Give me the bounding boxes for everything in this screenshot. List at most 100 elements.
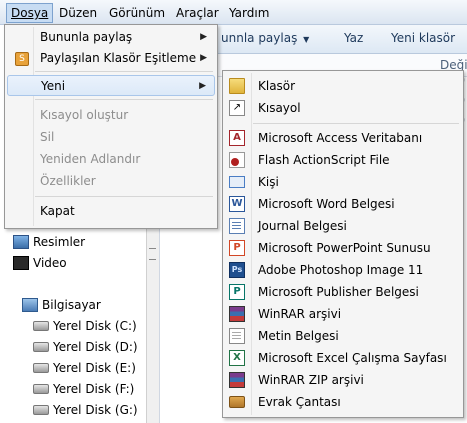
new-item-access-label: Microsoft Access Veritabanı	[258, 131, 423, 145]
briefcase-icon	[229, 396, 245, 408]
new-item-word[interactable]: W Microsoft Word Belgesi	[225, 193, 461, 215]
menu-item-properties[interactable]: Özellikler	[7, 171, 215, 192]
navigation-pane: Resimler Video Bilgisayar Yerel Disk (C:…	[0, 226, 146, 423]
menu-item-create-shortcut[interactable]: Kısayol oluştur	[7, 105, 215, 126]
nav-item-drive-c[interactable]: Yerel Disk (C:)	[33, 317, 137, 335]
word-icon: W	[229, 196, 245, 212]
nav-item-computer-label: Bilgisayar	[42, 298, 101, 312]
new-item-publisher[interactable]: P Microsoft Publisher Belgesi	[225, 281, 461, 303]
new-item-shortcut-label: Kısayol	[258, 101, 301, 115]
menu-araclar-label: Araçlar	[176, 6, 219, 20]
explorer-toolbar: unnla paylaş ▼ Yaz Yeni klasör	[215, 25, 467, 54]
share-with-button[interactable]: unnla paylaş ▼	[221, 31, 309, 45]
menu-item-share-with[interactable]: Bununla paylaş ▶	[7, 27, 215, 48]
new-submenu: Klasör ↗ Kısayol A Microsoft Access Veri…	[222, 70, 464, 418]
new-item-flash-actionscript[interactable]: Flash ActionScript File	[225, 149, 461, 171]
menu-yardim[interactable]: Yardım	[225, 4, 273, 22]
drive-icon	[33, 405, 49, 415]
menu-araclar[interactable]: Araçlar	[172, 4, 223, 22]
new-item-text-document-label: Metin Belgesi	[258, 329, 339, 343]
menu-item-shared-folder-sync-label: Paylaşılan Klasör Eşitleme	[40, 51, 197, 65]
contact-icon	[229, 176, 245, 188]
submenu-arrow-icon: ▶	[200, 32, 207, 42]
winrar-icon	[229, 306, 245, 322]
drive-icon	[33, 342, 49, 352]
new-item-journal[interactable]: Journal Belgesi	[225, 215, 461, 237]
menu-item-create-shortcut-label: Kısayol oluştur	[40, 108, 129, 122]
new-item-excel-label: Microsoft Excel Çalışma Sayfası	[258, 351, 447, 365]
nav-item-computer[interactable]: Bilgisayar	[22, 296, 101, 314]
photoshop-icon: Ps	[229, 262, 245, 278]
nav-item-drive-d[interactable]: Yerel Disk (D:)	[33, 338, 138, 356]
new-item-contact-label: Kişi	[258, 175, 279, 189]
menu-item-shared-folder-sync[interactable]: S Paylaşılan Klasör Eşitleme ▶	[7, 48, 215, 69]
menu-item-rename[interactable]: Yeniden Adlandır	[7, 149, 215, 170]
file-menu: Bununla paylaş ▶ S Paylaşılan Klasör Eşi…	[4, 24, 218, 229]
flash-icon	[229, 152, 245, 168]
nav-item-video[interactable]: Video	[13, 254, 67, 272]
burn-button[interactable]: Yaz	[344, 31, 363, 45]
menu-item-rename-label: Yeniden Adlandır	[40, 152, 141, 166]
new-item-powerpoint[interactable]: P Microsoft PowerPoint Sunusu	[225, 237, 461, 259]
new-item-winrar-label: WinRAR arşivi	[258, 307, 342, 321]
nav-item-drive-g-label: Yerel Disk (G:)	[53, 403, 138, 417]
new-item-winrar[interactable]: WinRAR arşivi	[225, 303, 461, 325]
new-item-excel[interactable]: X Microsoft Excel Çalışma Sayfası	[225, 347, 461, 369]
menu-item-new-label: Yeni	[41, 79, 66, 93]
menu-duzen-label: Düzen	[59, 6, 98, 20]
menu-item-delete[interactable]: Sil	[7, 127, 215, 148]
menu-item-close[interactable]: Kapat	[7, 201, 215, 222]
menu-gorunum-label: Görünüm	[109, 6, 166, 20]
nav-item-drive-c-label: Yerel Disk (C:)	[53, 319, 137, 333]
nav-item-drive-f[interactable]: Yerel Disk (F:)	[33, 380, 134, 398]
navigation-scrollbar[interactable]	[146, 226, 159, 423]
excel-icon: X	[229, 350, 245, 366]
submenu-arrow-icon: ▶	[199, 81, 206, 91]
new-item-winrar-zip-label: WinRAR ZIP arşivi	[258, 373, 364, 387]
nav-item-pictures-label: Resimler	[33, 235, 86, 249]
drive-icon	[33, 321, 49, 331]
new-item-shortcut[interactable]: ↗ Kısayol	[225, 97, 461, 119]
pictures-icon	[13, 235, 29, 249]
drive-icon	[33, 363, 49, 373]
new-item-flash-actionscript-label: Flash ActionScript File	[258, 153, 390, 167]
new-item-photoshop[interactable]: Ps Adobe Photoshop Image 11	[225, 259, 461, 281]
menu-dosya[interactable]: Dosya	[6, 3, 54, 23]
nav-item-drive-e[interactable]: Yerel Disk (E:)	[33, 359, 136, 377]
menu-bar: Dosya Düzen Görünüm Araçlar Yardım	[0, 0, 467, 25]
nav-item-drive-g[interactable]: Yerel Disk (G:)	[33, 401, 138, 419]
new-item-word-label: Microsoft Word Belgesi	[258, 197, 395, 211]
new-item-powerpoint-label: Microsoft PowerPoint Sunusu	[258, 241, 431, 255]
new-item-access[interactable]: A Microsoft Access Veritabanı	[225, 127, 461, 149]
folder-icon	[229, 78, 245, 94]
sync-icon: S	[15, 52, 29, 66]
new-item-journal-label: Journal Belgesi	[258, 219, 347, 233]
winrar-zip-icon	[229, 372, 245, 388]
new-item-winrar-zip[interactable]: WinRAR ZIP arşivi	[225, 369, 461, 391]
shortcut-icon: ↗	[229, 100, 245, 116]
new-item-photoshop-label: Adobe Photoshop Image 11	[258, 263, 424, 277]
chevron-down-icon: ▼	[303, 35, 310, 44]
new-folder-button[interactable]: Yeni klasör	[391, 31, 455, 45]
new-item-briefcase-label: Evrak Çantası	[258, 395, 341, 409]
pane-divider	[159, 226, 160, 423]
menu-item-new[interactable]: Yeni ▶	[7, 75, 215, 96]
menu-separator	[35, 196, 213, 197]
menu-separator	[35, 71, 213, 72]
new-item-text-document[interactable]: Metin Belgesi	[225, 325, 461, 347]
powerpoint-icon: P	[229, 240, 245, 256]
scroll-grip-icon	[149, 248, 156, 260]
new-item-contact[interactable]: Kişi	[225, 171, 461, 193]
nav-item-drive-e-label: Yerel Disk (E:)	[53, 361, 136, 375]
new-item-folder[interactable]: Klasör	[225, 75, 461, 97]
new-item-briefcase[interactable]: Evrak Çantası	[225, 391, 461, 413]
menu-separator	[253, 123, 459, 124]
submenu-arrow-icon: ▶	[200, 53, 207, 63]
menu-gorunum[interactable]: Görünüm	[105, 4, 169, 22]
nav-item-pictures[interactable]: Resimler	[13, 233, 86, 251]
drive-icon	[33, 384, 49, 394]
menu-separator	[35, 99, 213, 100]
journal-icon	[229, 218, 245, 234]
menu-duzen[interactable]: Düzen	[55, 4, 101, 22]
nav-item-drive-d-label: Yerel Disk (D:)	[53, 340, 138, 354]
